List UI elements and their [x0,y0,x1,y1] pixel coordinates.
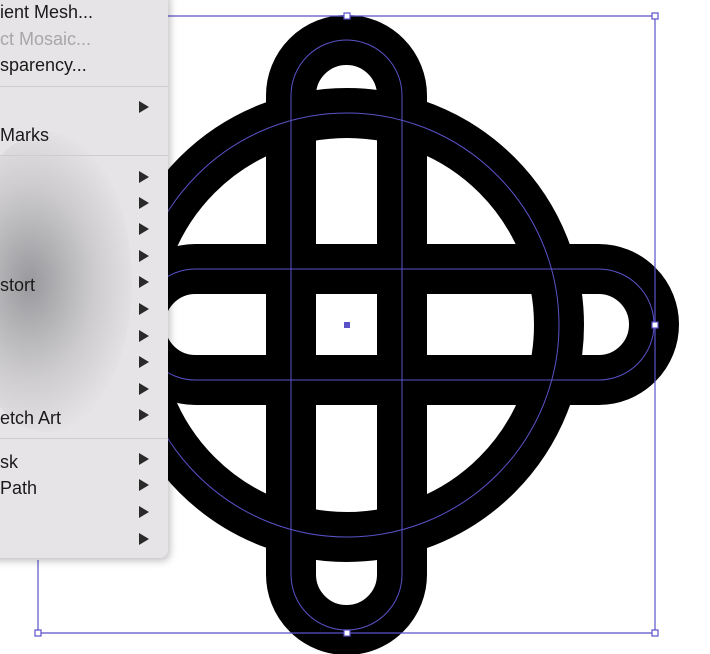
submenu-arrow-icon [139,303,149,315]
submenu-arrow-icon [139,479,149,491]
submenu-arrow-icon [139,453,149,465]
submenu-arrow-icon [139,197,149,209]
menu-item-path[interactable]: Path [0,478,37,499]
center-point [344,322,350,328]
menu-item-gradient-mesh[interactable]: ient Mesh... [0,2,93,23]
handle-bottom-left[interactable] [34,629,42,637]
handle-bottom-middle[interactable] [343,629,351,637]
submenu-arrow-icon [139,330,149,342]
submenu-arrow-icon [139,171,149,183]
menu-item-marks[interactable]: Marks [0,125,49,146]
celtic-cross-artwork[interactable] [110,15,679,654]
submenu-arrow-icon [139,506,149,518]
submenu-arrow-icon [139,223,149,235]
menu-separator [0,155,168,156]
menu-separator [0,438,168,439]
handle-middle-right[interactable] [651,321,659,329]
submenu-arrow-icon [139,101,149,113]
handle-top-right[interactable] [651,12,659,20]
submenu-arrow-icon [139,356,149,368]
handle-bottom-right[interactable] [651,629,659,637]
submenu-arrow-icon [139,533,149,545]
object-menu[interactable]: ient Mesh... ct Mosaic... sparency... Ma… [0,0,168,558]
menu-separator [0,86,168,87]
handle-top-middle[interactable] [343,12,351,20]
submenu-arrow-icon [139,409,149,421]
menu-item-distort[interactable]: stort [0,275,35,296]
submenu-arrow-icon [139,250,149,262]
submenu-arrow-icon [139,383,149,395]
menu-item-object-mosaic: ct Mosaic... [0,29,92,49]
menu-item-transparency[interactable]: sparency... [0,55,87,76]
submenu-arrow-icon [139,276,149,288]
menu-item-mask[interactable]: sk [0,452,18,473]
menu-item-sketch-art[interactable]: etch Art [0,408,61,429]
